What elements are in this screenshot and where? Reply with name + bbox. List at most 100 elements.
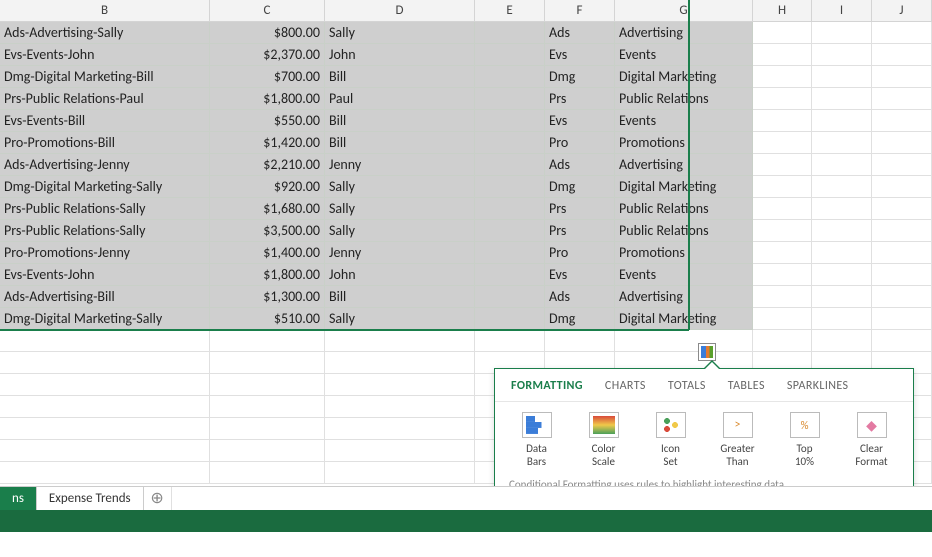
cell[interactable] (812, 308, 872, 330)
table-row[interactable]: Evs-Events-John$2,370.00JohnEvsEvents (0, 44, 932, 66)
cell[interactable] (753, 132, 812, 154)
cell[interactable] (812, 22, 872, 44)
cell[interactable] (753, 66, 812, 88)
cell[interactable]: John (325, 44, 475, 66)
cell[interactable] (0, 352, 210, 374)
table-row[interactable]: Dmg-Digital Marketing-Sally$510.00SallyD… (0, 308, 932, 330)
cell[interactable] (753, 198, 812, 220)
cell[interactable] (475, 242, 545, 264)
cell[interactable]: Evs (545, 44, 615, 66)
sheet-tab-expense-trends[interactable]: Expense Trends (37, 487, 144, 510)
cell[interactable] (872, 308, 932, 330)
table-row[interactable]: Prs-Public Relations-Paul$1,800.00PaulPr… (0, 88, 932, 110)
tab-charts[interactable]: CHARTS (605, 379, 646, 393)
cell[interactable]: Prs-Public Relations-Sally (0, 198, 210, 220)
cell[interactable]: Prs (545, 220, 615, 242)
cell[interactable] (753, 88, 812, 110)
cell[interactable] (753, 22, 812, 44)
cell[interactable]: Dmg (545, 66, 615, 88)
cell[interactable]: Pro (545, 132, 615, 154)
cell[interactable]: Dmg (545, 308, 615, 330)
cell[interactable]: Bill (325, 132, 475, 154)
format-option-iconset[interactable]: IconSet (641, 412, 701, 468)
cell[interactable] (0, 440, 210, 462)
cell[interactable]: $2,210.00 (210, 154, 325, 176)
cell[interactable] (812, 264, 872, 286)
cell[interactable] (872, 44, 932, 66)
cell[interactable]: Advertising (615, 286, 753, 308)
cell[interactable] (872, 154, 932, 176)
cell[interactable]: Bill (325, 286, 475, 308)
cell[interactable]: $1,300.00 (210, 286, 325, 308)
cell[interactable]: $550.00 (210, 110, 325, 132)
table-row[interactable]: Dmg-Digital Marketing-Bill$700.00BillDmg… (0, 66, 932, 88)
table-row[interactable]: Dmg-Digital Marketing-Sally$920.00SallyD… (0, 176, 932, 198)
cell[interactable]: Dmg-Digital Marketing-Sally (0, 308, 210, 330)
cell[interactable]: Promotions (615, 132, 753, 154)
cell[interactable]: Jenny (325, 242, 475, 264)
cell[interactable] (475, 264, 545, 286)
cell[interactable] (475, 44, 545, 66)
cell[interactable]: Advertising (615, 154, 753, 176)
cell[interactable] (325, 330, 475, 352)
cell[interactable] (872, 264, 932, 286)
cell[interactable]: Evs (545, 110, 615, 132)
cell[interactable]: Digital Marketing (615, 308, 753, 330)
cell[interactable] (872, 66, 932, 88)
cell[interactable] (872, 22, 932, 44)
cell[interactable] (0, 396, 210, 418)
cell[interactable] (475, 132, 545, 154)
cell[interactable] (210, 352, 325, 374)
cell[interactable]: Events (615, 264, 753, 286)
cell[interactable] (812, 66, 872, 88)
table-row[interactable]: Pro-Promotions-Jenny$1,400.00JennyProPro… (0, 242, 932, 264)
cell[interactable]: Dmg-Digital Marketing-Sally (0, 176, 210, 198)
add-sheet-button[interactable]: ⊕ (144, 487, 172, 510)
cell[interactable]: Pro-Promotions-Bill (0, 132, 210, 154)
cell[interactable]: Sally (325, 220, 475, 242)
cell[interactable]: Ads-Advertising-Bill (0, 286, 210, 308)
table-row[interactable]: Ads-Advertising-Bill$1,300.00BillAdsAdve… (0, 286, 932, 308)
format-option-colorscale[interactable]: ColorScale (574, 412, 634, 468)
cell[interactable]: Evs-Events-John (0, 44, 210, 66)
cell[interactable] (812, 110, 872, 132)
cell[interactable]: $1,680.00 (210, 198, 325, 220)
cell[interactable] (753, 308, 812, 330)
cell[interactable] (753, 44, 812, 66)
cell[interactable]: Digital Marketing (615, 176, 753, 198)
cell[interactable] (210, 396, 325, 418)
cell[interactable] (475, 198, 545, 220)
cell[interactable] (475, 88, 545, 110)
col-header[interactable]: F (545, 0, 615, 22)
col-header[interactable]: G (615, 0, 753, 22)
cell[interactable] (475, 154, 545, 176)
cell[interactable]: $1,420.00 (210, 132, 325, 154)
cell[interactable] (753, 110, 812, 132)
cell[interactable]: Dmg (545, 176, 615, 198)
col-header[interactable]: E (475, 0, 545, 22)
col-header[interactable]: I (812, 0, 872, 22)
cell[interactable] (325, 396, 475, 418)
cell[interactable]: Sally (325, 22, 475, 44)
cell[interactable]: Evs-Events-John (0, 264, 210, 286)
cell[interactable]: Prs-Public Relations-Paul (0, 88, 210, 110)
cell[interactable] (872, 220, 932, 242)
cell[interactable] (872, 286, 932, 308)
col-header[interactable]: J (872, 0, 932, 22)
cell[interactable] (753, 176, 812, 198)
cell[interactable] (872, 88, 932, 110)
cell[interactable] (325, 352, 475, 374)
cell[interactable]: $920.00 (210, 176, 325, 198)
cell[interactable] (475, 286, 545, 308)
cell[interactable] (325, 418, 475, 440)
cell[interactable] (210, 374, 325, 396)
format-option-clear[interactable]: ◆ClearFormat (842, 412, 902, 468)
cell[interactable] (0, 418, 210, 440)
cell[interactable] (812, 286, 872, 308)
table-row[interactable]: Pro-Promotions-Bill$1,420.00Bill ProPromo… (0, 132, 932, 154)
cell[interactable] (0, 374, 210, 396)
cell[interactable]: Ads-Advertising-Jenny (0, 154, 210, 176)
cell[interactable]: Promotions (615, 242, 753, 264)
cell[interactable]: John (325, 264, 475, 286)
cell[interactable] (753, 286, 812, 308)
